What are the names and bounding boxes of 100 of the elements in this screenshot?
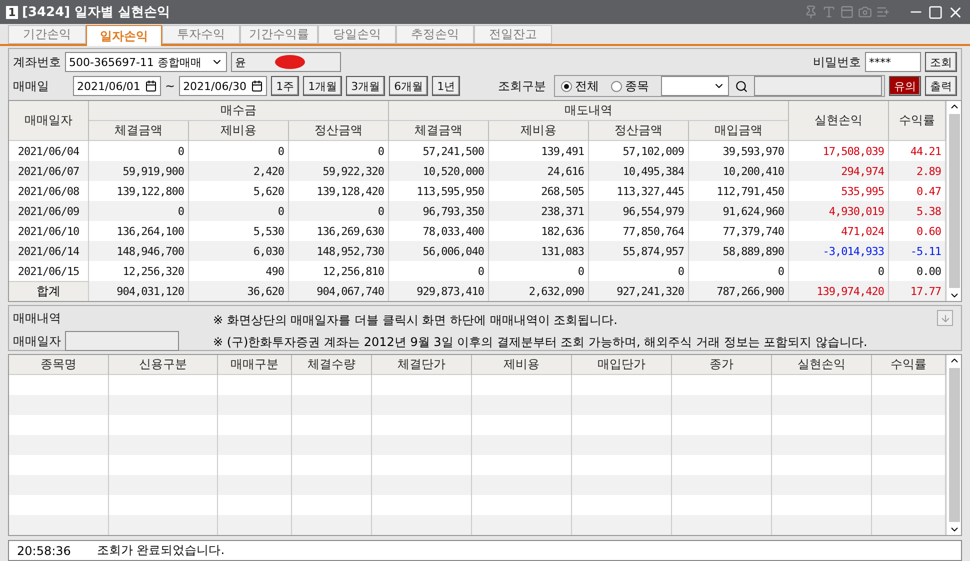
- column-header: 매입단가: [572, 355, 672, 375]
- account-name-field: 윤: [231, 52, 341, 72]
- down-arrow-icon: [940, 312, 950, 324]
- section-title: 매매내역: [13, 310, 62, 327]
- column-header: 실현손익: [789, 101, 889, 141]
- column-header: 신용구분: [109, 355, 218, 375]
- column-header: 정산금액: [289, 121, 389, 141]
- total-cell: 2,632,090: [489, 281, 589, 301]
- date-cell: 2021/06/07: [9, 161, 89, 181]
- date-cell: 2021/06/14: [9, 241, 89, 261]
- period-button[interactable]: 3개월: [346, 76, 386, 96]
- column-group-header: 매도내역: [389, 101, 789, 121]
- column-header: 체결금액: [389, 121, 489, 141]
- total-cell: 929,873,410: [389, 281, 489, 301]
- search-icon[interactable]: [735, 80, 748, 92]
- period-button[interactable]: 1개월: [303, 76, 342, 96]
- period-button[interactable]: 1주: [271, 76, 300, 96]
- query-button[interactable]: 조회: [925, 52, 957, 72]
- table-cell: 55,874,957: [589, 241, 689, 261]
- table-cell: 59,922,320: [289, 161, 389, 181]
- account-label: 계좌번호: [13, 54, 61, 70]
- rate-cell: -5.11: [889, 241, 946, 261]
- total-pnl-cell: 139,974,420: [789, 281, 889, 301]
- scrollbar[interactable]: [946, 355, 961, 535]
- column-header: 체결금액: [89, 121, 189, 141]
- column-header: 체결수량: [292, 355, 372, 375]
- table-cell: 10,495,384: [589, 161, 689, 181]
- table-cell: 148,946,700: [89, 241, 189, 261]
- date-label: 매매일자: [13, 332, 61, 350]
- period-button[interactable]: 6개월: [389, 76, 428, 96]
- table-cell: 238,371: [489, 201, 589, 221]
- print-button[interactable]: 출력: [925, 76, 957, 96]
- column-header: 매매일자: [9, 101, 89, 141]
- password-label: 비밀번호: [813, 54, 861, 70]
- table-cell: 96,793,350: [389, 201, 489, 221]
- tab[interactable]: 기간손익: [8, 25, 86, 44]
- column-header: 체결단가: [372, 355, 472, 375]
- table-cell: 148,952,730: [289, 241, 389, 261]
- pnl-cell: 294,974: [789, 161, 889, 181]
- total-rate-cell: 17.77: [889, 281, 946, 301]
- tab[interactable]: 추정손익: [396, 25, 474, 44]
- table-cell: 0: [89, 201, 189, 221]
- calendar-icon[interactable]: [145, 80, 157, 92]
- table-cell: 24,616: [489, 161, 589, 181]
- period-button[interactable]: 1년: [432, 76, 460, 96]
- table-cell: 131,083: [489, 241, 589, 261]
- column-header: 제비용: [472, 355, 572, 375]
- notice-button[interactable]: 유의: [889, 76, 921, 96]
- table-cell: 10,520,000: [389, 161, 489, 181]
- stock-dropdown[interactable]: [661, 76, 729, 96]
- tab[interactable]: 전일잔고: [474, 25, 552, 44]
- table-cell: 0: [289, 201, 389, 221]
- total-cell: 36,620: [189, 281, 289, 301]
- column-header: 수익률: [889, 101, 946, 141]
- total-cell: 904,031,120: [89, 281, 189, 301]
- maximize-icon[interactable]: [928, 4, 943, 20]
- column-header: 종목명: [9, 355, 109, 375]
- notice-text: ※ 화면상단의 매매일자를 더블 클릭시 화면 하단에 매매내역이 조회됩니다.: [213, 312, 618, 329]
- column-header: 수익률: [872, 355, 946, 375]
- table-cell: 10,200,410: [689, 161, 789, 181]
- date-cell: 2021/06/09: [9, 201, 89, 221]
- total-cell: 787,266,900: [689, 281, 789, 301]
- date-separator: ~: [165, 79, 176, 93]
- tab[interactable]: 당일손익: [318, 25, 396, 44]
- tab[interactable]: 기간수익률: [240, 25, 318, 44]
- column-header: 제비용: [189, 121, 289, 141]
- status-message: 조회가 완료되었습니다.: [96, 542, 225, 559]
- date-label: 매매일: [13, 78, 49, 94]
- window-title: [3424] 일자별 실현손익: [22, 4, 172, 21]
- total-label: 합계: [9, 281, 89, 301]
- radio-option[interactable]: 전체: [561, 78, 599, 94]
- date-to-field[interactable]: 2021/06/30: [179, 76, 268, 96]
- table-cell: 91,624,960: [689, 201, 789, 221]
- account-dropdown[interactable]: 500-365697-11 종합매매: [65, 52, 227, 72]
- column-group-header: 매수금: [89, 101, 389, 121]
- column-header: 제비용: [489, 121, 589, 141]
- calendar-icon[interactable]: [251, 80, 264, 92]
- window-badge: 1: [6, 6, 18, 18]
- column-header: 매매구분: [218, 355, 292, 375]
- rate-cell: 5.38: [889, 201, 946, 221]
- column-header: 정산금액: [589, 121, 689, 141]
- radio-button[interactable]: [561, 80, 572, 92]
- date-from-field[interactable]: 2021/06/01: [73, 76, 161, 96]
- table-cell: 0: [189, 201, 289, 221]
- rate-cell: 2.89: [889, 161, 946, 181]
- table-cell: 6,030: [189, 241, 289, 261]
- radio-button[interactable]: [611, 80, 622, 92]
- table-cell: 58,889,890: [689, 241, 789, 261]
- column-header: 매입금액: [689, 121, 789, 141]
- table-cell: 2,420: [189, 161, 289, 181]
- status-time: 20:58:36: [17, 544, 71, 558]
- scrollbar[interactable]: [946, 101, 961, 301]
- tab[interactable]: 투자수익: [162, 25, 240, 44]
- redaction-mark: [274, 55, 304, 69]
- radio-option[interactable]: 종목: [611, 78, 649, 94]
- column-header: 종가: [672, 355, 772, 375]
- password-field[interactable]: ****: [865, 52, 921, 72]
- column-header: 실현손익: [772, 355, 872, 375]
- scope-label: 조회구분: [498, 78, 546, 94]
- table-cell: 59,919,900: [89, 161, 189, 181]
